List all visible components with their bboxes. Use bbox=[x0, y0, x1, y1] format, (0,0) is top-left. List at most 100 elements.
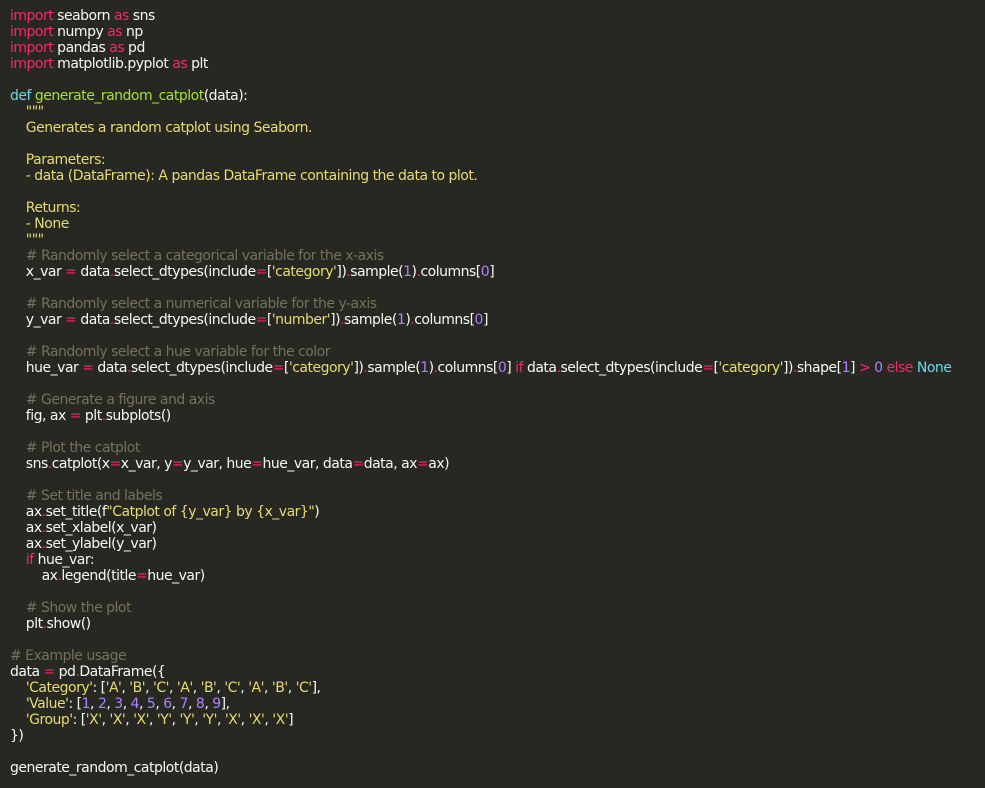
code-token: 'Category' bbox=[25, 680, 93, 696]
code-token: , bbox=[188, 696, 196, 712]
code-line: # Randomly select a numerical variable f… bbox=[10, 296, 985, 312]
code-token: = bbox=[136, 568, 148, 584]
code-token: matplotlib.pyplot bbox=[53, 56, 173, 72]
code-token: ] bbox=[489, 264, 495, 280]
code-token: as bbox=[107, 24, 123, 40]
code-token: generate_random_catplot(data) bbox=[10, 760, 219, 776]
code-token: sample( bbox=[350, 264, 404, 280]
code-token: """ bbox=[10, 232, 44, 248]
code-token: , bbox=[171, 696, 180, 712]
code-token: hue_var) bbox=[147, 568, 205, 584]
code-token: DataFrame({ bbox=[79, 664, 166, 680]
code-line: # Set title and labels bbox=[10, 488, 985, 504]
code-token: , bbox=[171, 712, 180, 728]
code-token: shape[ bbox=[796, 360, 842, 376]
code-token: ax bbox=[10, 504, 42, 520]
code-token: generate_random_catplot bbox=[34, 88, 204, 104]
code-token: 1 bbox=[420, 360, 429, 376]
code-token: = bbox=[65, 312, 77, 328]
code-token: sample( bbox=[344, 312, 397, 328]
code-token: , bbox=[240, 712, 249, 728]
code-token: > bbox=[858, 360, 871, 376]
code-line: 'Category': ['A', 'B', 'C', 'A', 'B', 'C… bbox=[10, 680, 985, 696]
code-line: import matplotlib.pyplot as plt bbox=[10, 56, 985, 72]
code-token: import bbox=[10, 56, 54, 72]
code-token: , bbox=[145, 680, 154, 696]
code-token: 'number' bbox=[271, 312, 331, 328]
code-line: y_var = data.select_dtypes(include=['num… bbox=[10, 312, 985, 328]
code-token: 'Value' bbox=[25, 696, 69, 712]
code-token: 'B' bbox=[271, 680, 288, 696]
code-token: 'Y' bbox=[202, 712, 217, 728]
code-token: import bbox=[10, 8, 54, 24]
code-token: import bbox=[10, 24, 54, 40]
code-line: ax.set_title(f"Catplot of {y_var} by {x_… bbox=[10, 504, 985, 520]
code-token: , bbox=[263, 680, 272, 696]
code-token: , bbox=[90, 696, 98, 712]
code-token: 'A' bbox=[248, 680, 264, 696]
code-line: hue_var = data.select_dtypes(include=['c… bbox=[10, 360, 985, 376]
code-token: if bbox=[515, 360, 524, 376]
code-token: 1 bbox=[81, 696, 91, 712]
code-token: = bbox=[702, 360, 714, 376]
code-line: - None bbox=[10, 216, 985, 232]
code-line: data = pd.DataFrame({ bbox=[10, 664, 985, 680]
code-token: , bbox=[139, 696, 147, 712]
code-token: data bbox=[93, 360, 127, 376]
code-token: 6 bbox=[163, 696, 172, 712]
code-token: = bbox=[65, 264, 77, 280]
code-token: 'category' bbox=[718, 360, 783, 376]
code-line: 'Value': [1, 2, 3, 4, 5, 6, 7, 8, 9], bbox=[10, 696, 985, 712]
code-token: 0 bbox=[480, 264, 490, 280]
code-token: show() bbox=[46, 616, 92, 632]
code-token: - None bbox=[10, 216, 70, 232]
code-line: Parameters: bbox=[10, 152, 985, 168]
code-line: plt.show() bbox=[10, 616, 985, 632]
code-token: # Randomly select a categorical variable… bbox=[10, 248, 384, 264]
code-line: fig, ax = plt.subplots() bbox=[10, 408, 985, 424]
code-token: 'Y' bbox=[179, 712, 195, 728]
code-token: Parameters: bbox=[10, 152, 106, 168]
code-token: ) bbox=[314, 504, 320, 520]
code-line: # Randomly select a categorical variable… bbox=[10, 248, 985, 264]
code-token: = bbox=[352, 456, 364, 472]
code-line: sns.catplot(x=x_var, y=y_var, hue=hue_va… bbox=[10, 456, 985, 472]
code-token: select_dtypes(include bbox=[130, 360, 273, 376]
code-line: ax.set_xlabel(x_var) bbox=[10, 520, 985, 536]
code-token: 0 bbox=[874, 360, 883, 376]
code-token: ax bbox=[10, 536, 42, 552]
code-editor[interactable]: import seaborn as sns import numpy as np i… bbox=[0, 0, 985, 788]
code-line: def generate_random_catplot(data): bbox=[10, 88, 985, 104]
code-token: 'B' bbox=[200, 680, 217, 696]
code-token: 'X' bbox=[272, 712, 289, 728]
code-token: ]) bbox=[782, 360, 793, 376]
code-token: }) bbox=[10, 728, 24, 744]
code-token: legend(title bbox=[61, 568, 137, 584]
code-token: select_dtypes(include bbox=[560, 360, 703, 376]
code-lines: import seaborn as sns import numpy as np i… bbox=[10, 8, 985, 776]
code-token: set_title(f bbox=[45, 504, 107, 520]
code-token: "Catplot of {y_var} by {x_var}" bbox=[106, 504, 315, 520]
code-token: = bbox=[251, 456, 263, 472]
code-token: ]) bbox=[353, 360, 364, 376]
code-token: 'X' bbox=[133, 712, 149, 728]
code-token: (data): bbox=[203, 88, 248, 104]
code-token: data bbox=[10, 664, 44, 680]
code-token: , bbox=[122, 696, 131, 712]
code-token: 4 bbox=[130, 696, 140, 712]
code-token: 'category' bbox=[288, 360, 354, 376]
code-token: , bbox=[216, 712, 225, 728]
code-token: 1 bbox=[841, 360, 851, 376]
